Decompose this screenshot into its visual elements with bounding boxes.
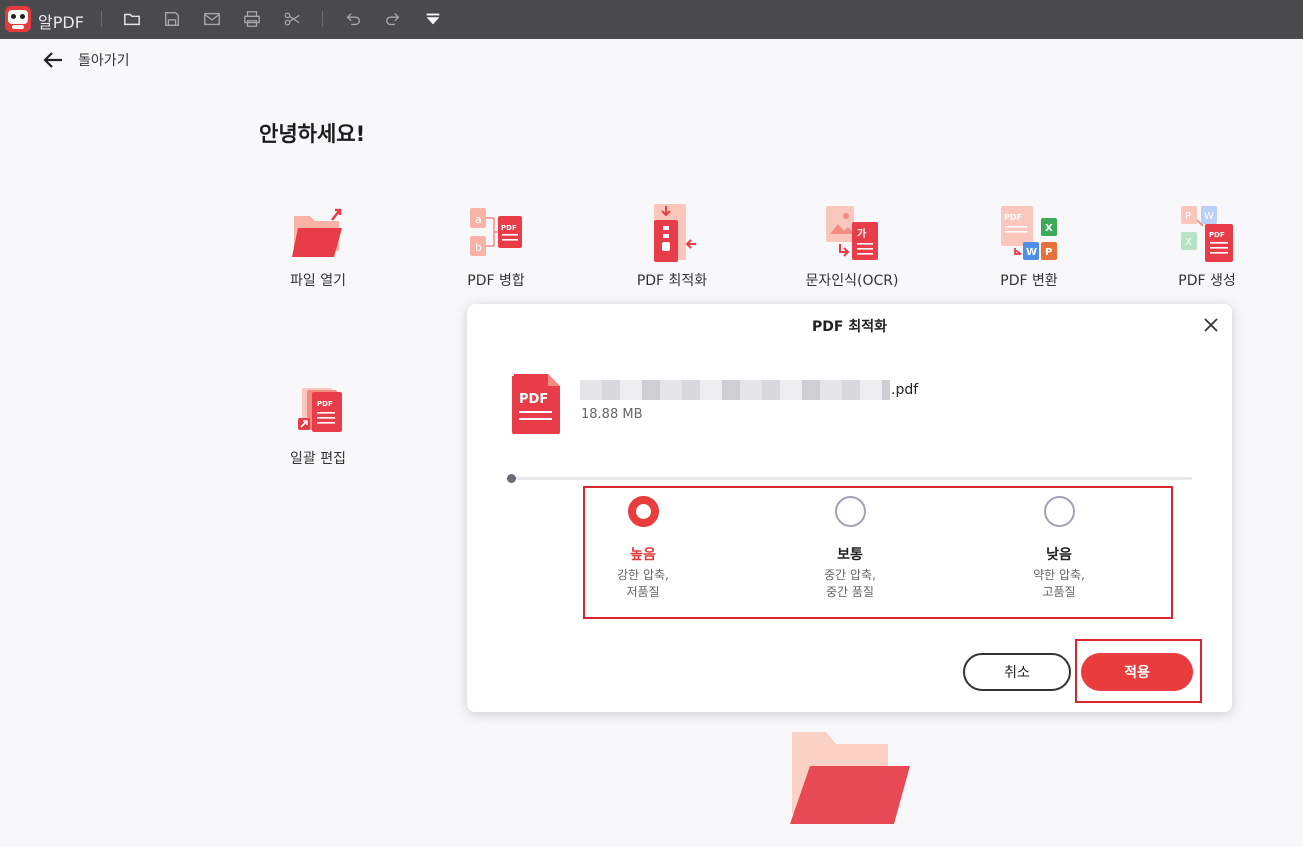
svg-text:P: P	[1045, 247, 1052, 258]
tool-batch-edit[interactable]: PDF 일괄 편집	[248, 382, 388, 472]
close-icon[interactable]	[1200, 314, 1222, 336]
tool-create-pdf[interactable]: P W X PDF PDF 생성	[1137, 204, 1277, 294]
dialog-title: PDF 최적화	[812, 319, 887, 335]
svg-text:PDF: PDF	[317, 400, 333, 408]
scissors-icon[interactable]	[282, 9, 302, 29]
radio-medium[interactable]	[834, 496, 866, 527]
large-folder-icon	[790, 732, 910, 824]
svg-text:b: b	[475, 241, 482, 254]
convert-icon: PDF X W P	[1001, 206, 1057, 260]
redo-icon[interactable]	[383, 9, 403, 29]
compression-options-highlight: 높음 강한 압축, 저품질 보통 중간 압축, 중간 품질 낮음 약한 압축, 고품질	[583, 486, 1173, 619]
svg-text:X: X	[1045, 223, 1053, 234]
svg-text:PDF: PDF	[1004, 213, 1022, 222]
create-icon: P W X PDF	[1181, 206, 1233, 262]
file-size: 18.88 MB	[581, 407, 643, 422]
open-folder-icon	[292, 208, 342, 257]
svg-text:X: X	[1185, 237, 1192, 248]
radio-low[interactable]	[1043, 496, 1075, 527]
app-name: 알PDF	[38, 13, 84, 32]
file-extension: .pdf	[891, 382, 919, 398]
toolbar-divider	[101, 11, 102, 27]
option-title: 낮음	[1046, 547, 1072, 563]
svg-text:P: P	[1185, 211, 1191, 222]
toolbar-divider	[322, 11, 323, 27]
file-name-redacted	[580, 380, 890, 400]
optimize-dialog: PDF 최적화 PDF .pdf 18.88 MB 높음 강한 압축, 저품질 보…	[467, 304, 1232, 712]
tool-ocr[interactable]: 가 문자인식(OCR)	[782, 204, 922, 294]
app-logo-icon	[5, 6, 31, 32]
option-medium[interactable]: 보통 중간 압축, 중간 품질	[780, 496, 920, 601]
svg-text:PDF: PDF	[519, 392, 548, 407]
back-button[interactable]: 돌아가기	[42, 50, 130, 70]
undo-icon[interactable]	[343, 9, 363, 29]
option-title: 보통	[837, 547, 863, 563]
dropdown-icon[interactable]	[423, 9, 443, 29]
svg-text:a: a	[475, 213, 482, 226]
tool-label: 일괄 편집	[290, 451, 346, 467]
compression-slider-track[interactable]	[512, 477, 1192, 480]
option-high[interactable]: 높음 강한 압축, 저품질	[573, 496, 713, 601]
tool-optimize-pdf[interactable]: PDF 최적화	[602, 204, 742, 294]
svg-text:W: W	[1026, 247, 1037, 258]
option-desc: 약한 압축, 고품질	[1033, 568, 1085, 599]
svg-text:W: W	[1204, 211, 1214, 222]
merge-icon: a b PDF	[470, 208, 522, 256]
tool-label: PDF 최적화	[636, 273, 708, 289]
svg-text:PDF: PDF	[501, 224, 517, 232]
apply-button[interactable]: 적용	[1081, 653, 1193, 691]
page-title: 안녕하세요!	[259, 122, 366, 146]
svg-text:PDF: PDF	[1209, 231, 1225, 239]
folder-icon[interactable]	[122, 9, 142, 29]
tool-open-file[interactable]: 파일 열기	[248, 204, 388, 294]
title-bar: 알PDF	[0, 0, 1303, 39]
option-desc: 강한 압축, 저품질	[617, 568, 669, 599]
back-label: 돌아가기	[78, 53, 130, 69]
cancel-button[interactable]: 취소	[963, 653, 1071, 691]
ocr-icon: 가	[826, 206, 878, 260]
print-icon[interactable]	[242, 9, 262, 29]
tool-label: PDF 생성	[1178, 273, 1236, 289]
compression-slider-thumb[interactable]	[507, 474, 516, 483]
tool-label: PDF 병합	[467, 273, 525, 289]
radio-high[interactable]	[627, 496, 659, 527]
option-low[interactable]: 낮음 약한 압축, 고품질	[989, 496, 1129, 601]
tool-convert-pdf[interactable]: PDF X W P PDF 변환	[959, 204, 1099, 294]
batch-edit-icon: PDF	[298, 388, 342, 432]
mail-icon[interactable]	[202, 9, 222, 29]
tool-label: 파일 열기	[290, 273, 346, 289]
save-icon[interactable]	[162, 9, 182, 29]
option-desc: 중간 압축, 중간 품질	[824, 568, 876, 599]
svg-text:가: 가	[857, 227, 867, 240]
tool-label: PDF 변환	[1000, 273, 1058, 289]
compress-icon	[654, 204, 696, 262]
arrow-left-icon	[43, 52, 62, 68]
pdf-file-icon: PDF	[512, 374, 560, 434]
tool-label: 문자인식(OCR)	[805, 273, 899, 289]
tool-merge-pdf[interactable]: a b PDF PDF 병합	[426, 204, 566, 294]
option-title: 높음	[630, 547, 656, 563]
